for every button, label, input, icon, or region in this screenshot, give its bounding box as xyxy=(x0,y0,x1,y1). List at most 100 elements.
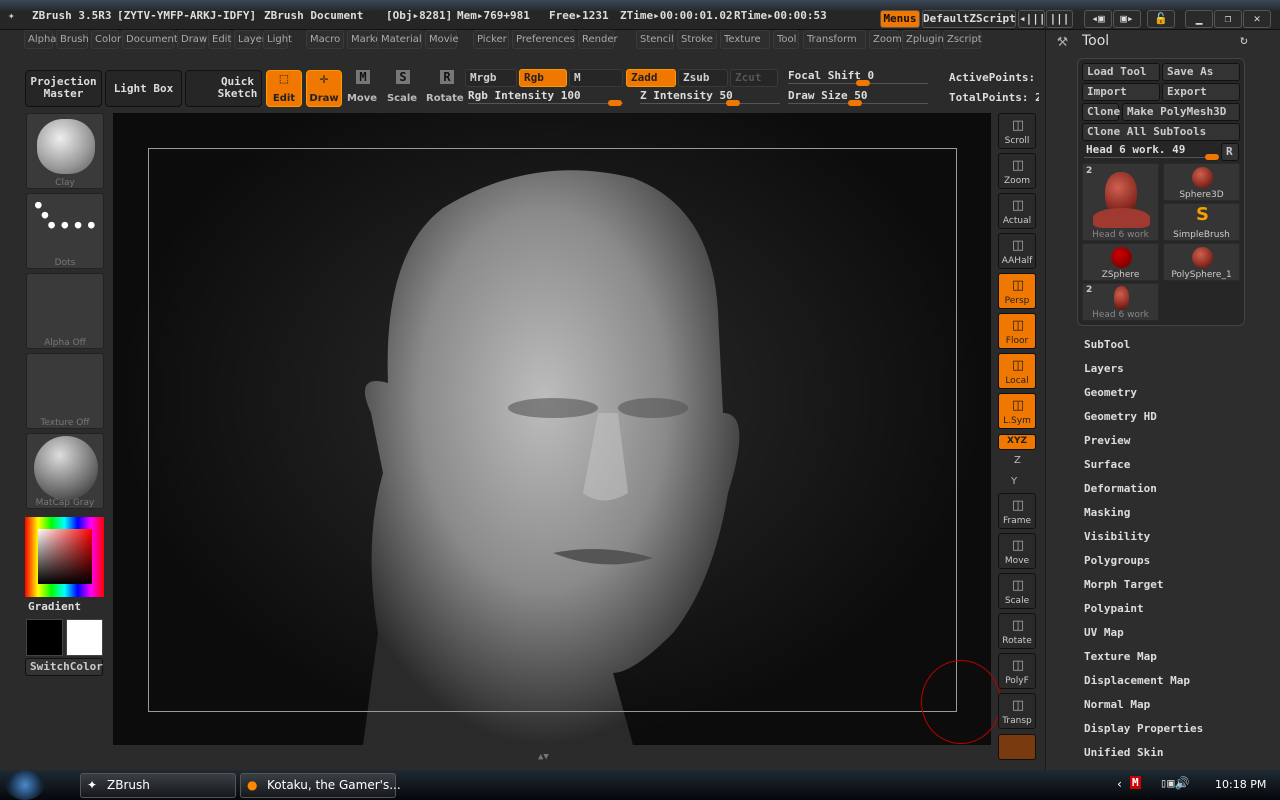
start-button[interactable] xyxy=(6,770,44,800)
color-square[interactable] xyxy=(38,529,92,584)
slider-knob[interactable] xyxy=(1205,154,1219,160)
projection-master-button[interactable]: Projection Master xyxy=(25,70,102,107)
section-normal-map[interactable]: Normal Map xyxy=(1084,698,1150,711)
shelf-persp-button[interactable]: ◫ Persp xyxy=(998,273,1036,309)
material-selector[interactable]: MatCap Gray xyxy=(26,433,104,509)
layout-next-icon[interactable]: ▣▸ xyxy=(1113,10,1141,28)
export-button[interactable]: Export xyxy=(1162,83,1240,101)
color-picker[interactable] xyxy=(25,517,104,597)
scroll-right-icon[interactable]: |||▸ xyxy=(1046,10,1073,41)
menu-alpha[interactable]: Alpha xyxy=(24,30,56,49)
load-tool-button[interactable]: Load Tool xyxy=(1082,63,1160,81)
zadd-toggle[interactable]: Zadd xyxy=(626,69,676,87)
menu-zplugin[interactable]: Zplugin xyxy=(902,30,944,49)
section-masking[interactable]: Masking xyxy=(1084,506,1130,519)
taskbar-firefox[interactable]: ● Kotaku, the Gamer's... xyxy=(240,773,401,798)
make-polymesh3d-button[interactable]: Make PolyMesh3D xyxy=(1122,103,1240,121)
menu-edit[interactable]: Edit xyxy=(208,30,231,49)
menu-document[interactable]: Document xyxy=(122,30,178,49)
menu-light[interactable]: Light xyxy=(263,30,292,49)
rgb-intensity-slider[interactable] xyxy=(468,100,623,106)
shelf-transp-button[interactable]: ◫ Transp xyxy=(998,693,1036,729)
section-uv-map[interactable]: UV Map xyxy=(1084,626,1124,639)
menu-marker[interactable]: Marker xyxy=(347,30,386,49)
secondary-color-swatch[interactable] xyxy=(66,619,103,656)
shelf-rotate-button[interactable]: ◫ Rotate xyxy=(998,613,1036,649)
shelf-floor-button[interactable]: ◫ Floor xyxy=(998,313,1036,349)
stroke-selector[interactable]: ● ● ● ● ● ● Dots xyxy=(26,193,104,269)
quick-sketch-button[interactable]: Quick Sketch xyxy=(185,70,262,107)
menu-brush[interactable]: Brush xyxy=(56,30,89,49)
menu-preferences[interactable]: Preferences xyxy=(512,30,575,49)
default-zscript-button[interactable]: DefaultZScript xyxy=(922,10,1016,28)
save-as-button[interactable]: Save As xyxy=(1162,63,1240,81)
tool-tile-simplebrush[interactable]: S SimpleBrush xyxy=(1163,203,1240,241)
menu-draw[interactable]: Draw xyxy=(177,30,207,49)
menus-button[interactable]: Menus xyxy=(880,10,920,28)
section-surface[interactable]: Surface xyxy=(1084,458,1130,471)
menu-zscript[interactable]: Zscript xyxy=(943,30,982,49)
section-preview[interactable]: Preview xyxy=(1084,434,1130,447)
section-polygroups[interactable]: Polygroups xyxy=(1084,554,1150,567)
section-geometry[interactable]: Geometry xyxy=(1084,386,1137,399)
slider-knob[interactable] xyxy=(726,100,740,106)
texture-selector[interactable]: Texture Off xyxy=(26,353,104,429)
import-button[interactable]: Import xyxy=(1082,83,1160,101)
shelf-zoom-button[interactable]: ◫ Zoom xyxy=(998,153,1036,189)
section-displacement-map[interactable]: Displacement Map xyxy=(1084,674,1190,687)
scroll-left-icon[interactable]: ◂||| xyxy=(1018,10,1046,28)
mrgb-toggle[interactable]: Mrgb xyxy=(465,69,517,87)
section-layers[interactable]: Layers xyxy=(1084,362,1124,375)
y-symmetry-button[interactable]: Y xyxy=(1011,476,1017,487)
move-button[interactable]: M Move xyxy=(346,70,378,107)
edit-button[interactable]: ⬚ Edit xyxy=(266,70,302,107)
z-intensity-slider[interactable] xyxy=(640,100,780,106)
alpha-selector[interactable]: Alpha Off xyxy=(26,273,104,349)
clone-all-subtools-button[interactable]: Clone All SubTools xyxy=(1082,123,1240,141)
menu-macro[interactable]: Macro xyxy=(306,30,344,49)
r-button[interactable]: R xyxy=(1221,143,1239,161)
mcafee-icon[interactable]: M xyxy=(1130,776,1141,789)
menu-zoom[interactable]: Zoom xyxy=(869,30,902,49)
rotate-button[interactable]: R Rotate xyxy=(426,70,464,107)
shelf-aahalf-button[interactable]: ◫ AAHalf xyxy=(998,233,1036,269)
slider-knob[interactable] xyxy=(608,100,622,106)
taskbar-zbrush[interactable]: ✦ ZBrush xyxy=(80,773,236,798)
menu-material[interactable]: Material xyxy=(377,30,422,49)
draw-button[interactable]: ✛ Draw xyxy=(306,70,342,107)
slider-knob[interactable] xyxy=(856,80,870,86)
gradient-label[interactable]: Gradient xyxy=(28,600,81,613)
slider-knob[interactable] xyxy=(848,100,862,106)
section-deformation[interactable]: Deformation xyxy=(1084,482,1157,495)
lock-icon[interactable]: 🔓 xyxy=(1147,10,1175,28)
system-tray-icons[interactable]: ▯▣🔊 xyxy=(1160,776,1189,790)
tool-tile-sphere3d[interactable]: Sphere3D xyxy=(1163,163,1240,201)
menu-stencil[interactable]: Stencil xyxy=(636,30,674,49)
shelf-local-button[interactable]: ◫ Local xyxy=(998,353,1036,389)
scale-button[interactable]: S Scale xyxy=(386,70,418,107)
menu-transform[interactable]: Transform xyxy=(803,30,866,49)
section-subtool[interactable]: SubTool xyxy=(1084,338,1130,351)
brush-selector[interactable]: Clay xyxy=(26,113,104,189)
zsub-toggle[interactable]: Zsub xyxy=(678,69,728,87)
menu-movie[interactable]: Movie xyxy=(425,30,459,49)
focal-shift-slider[interactable] xyxy=(788,80,928,86)
layout-prev-icon[interactable]: ◂▣ xyxy=(1084,10,1112,28)
primary-color-swatch[interactable] xyxy=(26,619,63,656)
menu-stroke[interactable]: Stroke xyxy=(677,30,717,49)
shelf-scale-button[interactable]: ◫ Scale xyxy=(998,573,1036,609)
shelf-polyf-button[interactable]: ◫ PolyF xyxy=(998,653,1036,689)
tool-tile-head-small[interactable]: 2 Head 6 work xyxy=(1082,283,1159,321)
menu-picker[interactable]: Picker xyxy=(473,30,509,49)
section-texture-map[interactable]: Texture Map xyxy=(1084,650,1157,663)
menu-layer[interactable]: Layer xyxy=(234,30,266,49)
shelf-lsym-button[interactable]: ◫ L.Sym xyxy=(998,393,1036,429)
tool-tile-polysphere[interactable]: PolySphere_1 xyxy=(1163,243,1240,281)
canvas-scroll-handle[interactable]: ▲▼ xyxy=(538,752,549,762)
clone-button[interactable]: Clone xyxy=(1082,103,1120,121)
refresh-icon[interactable]: ↻ xyxy=(1240,33,1248,48)
z-symmetry-button[interactable]: Z xyxy=(1014,455,1021,466)
section-visibility[interactable]: Visibility xyxy=(1084,530,1150,543)
section-polypaint[interactable]: Polypaint xyxy=(1084,602,1144,615)
restore-icon[interactable]: ❐ xyxy=(1214,10,1242,28)
